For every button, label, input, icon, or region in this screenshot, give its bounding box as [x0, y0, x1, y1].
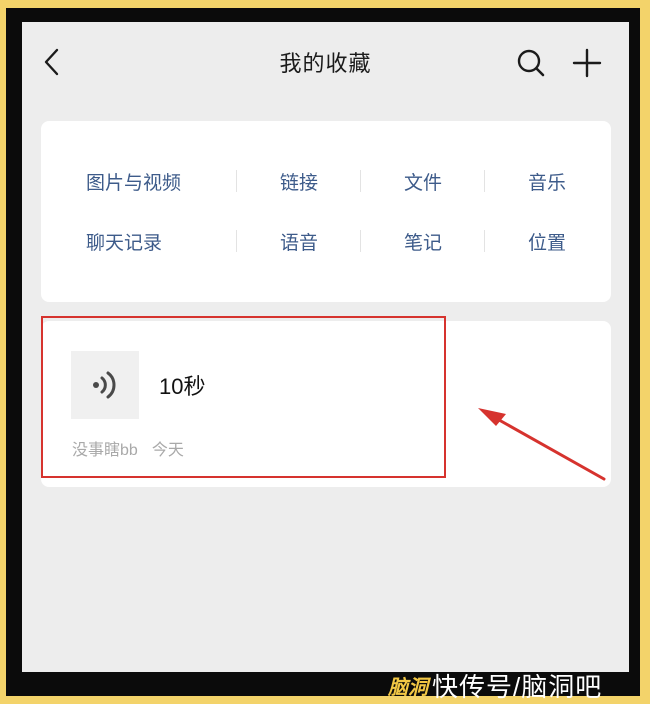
watermark-brand: 脑洞 [388, 676, 428, 699]
watermark-text: 快传号/脑洞吧 [432, 671, 603, 702]
app-screen: 我的收藏 图片与视频 链接 文件 音乐 聊天记录 语音 笔记 位置 10秒 没事… [22, 22, 629, 672]
watermark: 脑洞 快传号/脑洞吧 [388, 666, 650, 704]
annotation-arrow [478, 408, 606, 481]
